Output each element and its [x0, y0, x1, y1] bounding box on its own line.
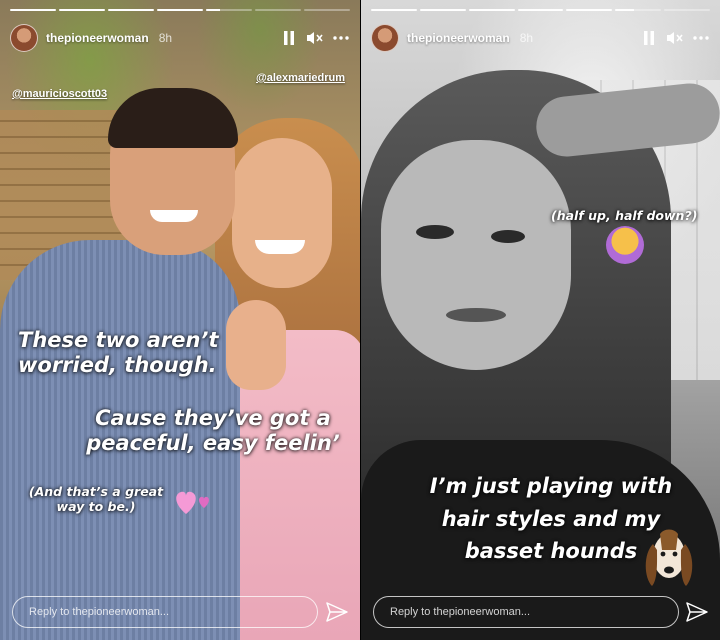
avatar[interactable]	[10, 24, 38, 52]
story-header: thepioneerwoman 8h	[10, 24, 350, 52]
progress-segment	[255, 9, 301, 11]
story-controls	[280, 29, 350, 47]
story-progress-bar	[371, 9, 711, 11]
progress-fill	[59, 9, 105, 11]
hearts-sticker	[176, 491, 209, 514]
progress-fill	[206, 9, 220, 11]
reply-input[interactable]	[27, 605, 317, 619]
caption-line: (And that’s a great	[28, 484, 164, 499]
woman-hand	[226, 300, 286, 390]
progress-fill	[10, 9, 56, 11]
progress-segment	[664, 9, 711, 11]
lips	[446, 308, 506, 322]
story-panel-right[interactable]: thepioneerwoman 8h (half up, half down?)…	[361, 0, 720, 640]
progress-fill	[468, 9, 515, 11]
caption-line: way to be.)	[56, 499, 136, 514]
progress-segment	[10, 9, 56, 11]
story-caption-top: (half up, half down?)	[551, 208, 698, 223]
post-time: 8h	[519, 31, 534, 45]
woman-face	[232, 138, 332, 288]
progress-segment	[108, 9, 154, 11]
caption-line: These two aren’t	[18, 328, 219, 352]
story-caption-1: These two aren’t worried, though.	[18, 328, 218, 378]
story-header: thepioneerwoman 8h	[371, 24, 710, 52]
caption-line: Cause they’ve got a	[95, 406, 331, 430]
caption-line: peaceful, easy feelin’	[86, 431, 340, 456]
post-time: 8h	[158, 31, 173, 45]
progress-segment	[468, 9, 515, 11]
username[interactable]: thepioneerwoman	[407, 31, 510, 45]
eye-left	[416, 225, 454, 239]
story-panel-left[interactable]: thepioneerwoman 8h @mauricioscott03 @ale…	[0, 0, 360, 640]
progress-fill	[108, 9, 154, 11]
send-icon[interactable]	[326, 602, 348, 622]
pause-icon[interactable]	[280, 29, 298, 47]
basset-hound-sticker	[645, 529, 693, 586]
progress-segment	[157, 9, 203, 11]
username[interactable]: thepioneerwoman	[46, 31, 149, 45]
progress-segment	[419, 9, 466, 11]
caption-line: worried, though.	[18, 353, 217, 378]
man-hair	[108, 88, 238, 148]
face	[381, 140, 571, 370]
pause-icon[interactable]	[640, 29, 658, 47]
progress-segment	[206, 9, 252, 11]
story-progress-bar	[10, 9, 350, 11]
mute-icon[interactable]	[666, 29, 684, 47]
progress-segment	[566, 9, 613, 11]
mention-sticker-2[interactable]: @alexmariedrum	[256, 72, 345, 84]
progress-segment	[371, 9, 417, 11]
reply-input[interactable]	[388, 605, 678, 619]
story-caption-3: (And that’s a great way to be.)	[26, 484, 166, 514]
more-icon[interactable]	[692, 29, 710, 47]
eye-right	[491, 230, 525, 243]
caption-line: I’m just playing with	[429, 474, 673, 498]
progress-fill	[371, 9, 417, 11]
progress-fill	[419, 9, 466, 11]
mention-sticker-1[interactable]: @mauricioscott03	[12, 88, 107, 100]
progress-fill	[566, 9, 613, 11]
mute-icon[interactable]	[306, 29, 324, 47]
more-icon[interactable]	[332, 29, 350, 47]
shrug-emoji	[606, 226, 644, 264]
progress-fill	[517, 9, 564, 11]
progress-segment	[615, 9, 662, 11]
reply-field[interactable]	[12, 596, 318, 628]
woman-smile	[255, 240, 305, 254]
reply-field[interactable]	[373, 596, 679, 628]
man-smile	[150, 210, 198, 222]
story-controls	[640, 29, 710, 47]
progress-segment	[517, 9, 564, 11]
story-caption-2: Cause they’ve got a peaceful, easy feeli…	[68, 406, 358, 456]
progress-fill	[157, 9, 203, 11]
send-icon[interactable]	[686, 602, 708, 622]
progress-fill	[615, 9, 634, 11]
avatar[interactable]	[371, 24, 399, 52]
progress-segment	[304, 9, 350, 11]
progress-segment	[59, 9, 105, 11]
